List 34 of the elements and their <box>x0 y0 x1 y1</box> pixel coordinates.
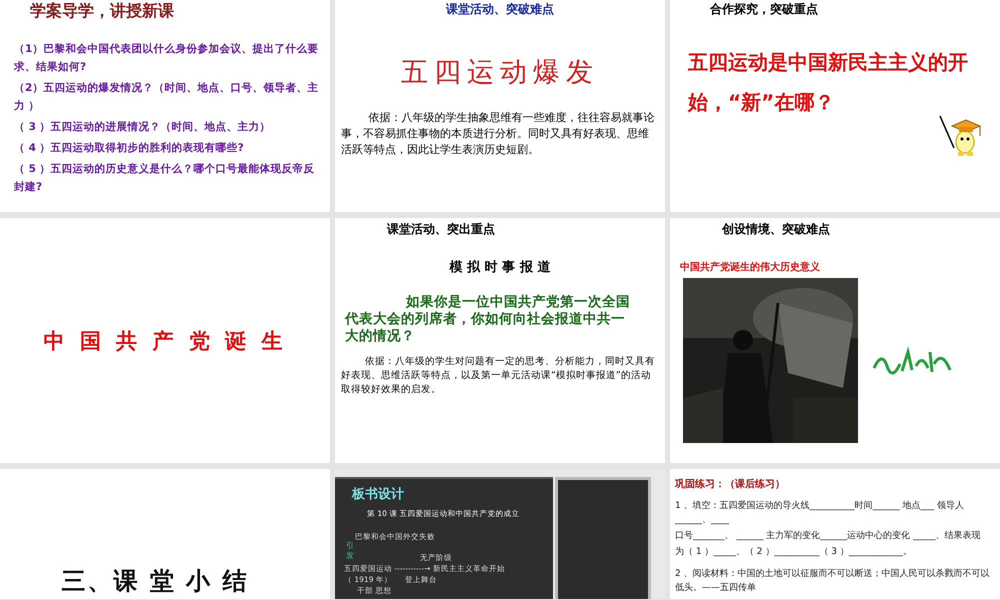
slide-thumbnail[interactable]: 课堂活动、突出重点 模 拟 时 事 报 道 如果你是一位中国共产党第一次全国代表大会的列席者，你如何向社会报道中共一大的情况？ 依据：八年级的学生对问题有一定的思考、分析能力，同时又具有好表现、思维活跃等特点，以及第一单元活动课“模拟时事报道”的活动取得较好效果的启发。 <box>335 218 665 463</box>
slide-thumbnail[interactable]: 创设情境、突破难点 中国共产党诞生的伟大历史意义 <box>670 218 1000 463</box>
question-text: （ 3 ）五四运动的进展情况？（时间、地点、主力） <box>14 120 272 135</box>
question-text: （1）巴黎和会中国代表团以什么身份参加会议、提出了什么要求、结果如何? <box>14 42 320 75</box>
slide-heading: 五四运动爆发 <box>400 56 600 90</box>
slide-title: 板书设计 <box>352 486 404 503</box>
body-text: 依据：八年级的学生抽象思维有一些难度，往往容易就事论事，不容易抓住事物的本质进行分析。同时又具有好表现、思维活跃等特点，因此让学生表演历史短剧。 <box>340 110 656 158</box>
slide-title: 学案导学，讲授新课 <box>29 1 175 22</box>
slide-caption: 中国共产党诞生的伟大历史意义 <box>679 260 821 274</box>
slide-title: 创设情境、突破难点 <box>720 221 831 238</box>
slide-heading: 中 国 共 产 党 诞 生 <box>44 328 286 354</box>
slide-title: 课堂活动、突出重点 <box>386 221 496 238</box>
slide-thumbnail[interactable] <box>670 469 1000 599</box>
question-text: 如果你是一位中国共产党第一次全国代表大会的列席者，你如何向社会报道中共一大的情况？ <box>344 293 631 345</box>
body-text: 依据：八年级的学生对问题有一定的思考、分析能力，同时又具有好表现、思维活跃等特点，以及第一单元活动课“模拟时事报道”的活动取得较好效果的启发。 <box>340 355 656 397</box>
slide-title: 巩固练习：（课后练习） <box>674 478 786 492</box>
exercise-text: 2 、阅读材料：中国的土地可以征服而不可以断送；中国人民可以杀戮而不可以低头。——五四传单 <box>674 568 991 595</box>
exercise-text: 1 、填空：五四爱国运动的导火线__________时间______ 地点___ 领导人______、____ <box>674 500 965 527</box>
slide-subtitle: 模 拟 时 事 报 道 <box>448 258 552 276</box>
slide-heading: 三、课 堂 小 结 <box>61 566 250 597</box>
slide-title: 合作探究，突破重点 <box>709 1 819 18</box>
question-text: （2）五四运动的爆发情况？（时间、地点、口号、领导者、主力 ） <box>14 80 320 114</box>
question-text: （ 4 ）五四运动取得初步的胜利的表现有哪些? <box>14 141 245 156</box>
slide-thumbnail[interactable]: 中 国 共 产 党 诞 生 <box>0 218 330 463</box>
question-text: 五四运动是中国新民主主义的开始，“新”在哪？ <box>686 49 969 116</box>
exercise-text: 为（ 1 ）_____、（ 2 ）__________（ 3 ）____________。 <box>674 546 913 559</box>
slide-thumbnail[interactable]: 学案导学，讲授新课 （1）巴黎和会中国代表团以什么身份参加会议、提出了什么要求、结果如何? （2）五四运动的爆发情况？（时间、地点、口号、领导者、主力 ） （ 3 ）五四运动的进展情况？（时间、地点、主力） （ 4 ）五四运动取得初步的胜利的表现有哪些? （ 5 ）五四运动的历史意义是什么？哪个口号最能体现反帝反封建? <box>0 0 330 212</box>
exercise-text: 口号_______、 ______ 主力军的变化______运动中心的变化 _____、结果表现 <box>674 530 982 543</box>
slide-thumbnail[interactable]: 课堂活动、突破难点 五四运动爆发 依据：八年级的学生抽象思维有一些难度，往往容易就事论事，不容易抓住事物的本质进行分析。同时又具有好表现、思维活跃等特点，因此让学生表演历史短剧。 <box>335 0 665 212</box>
question-text: （ 5 ）五四运动的历史意义是什么？哪个口号最能体现反帝反封建? <box>14 162 316 195</box>
slide-thumbnail[interactable]: 合作探究，突破重点 五四运动是中国新民主主义的开始，“新”在哪？ <box>670 0 1000 212</box>
slide-title: 课堂活动、突破难点 <box>444 1 555 18</box>
slide-thumbnail[interactable]: 三、课 堂 小 结 <box>0 469 330 599</box>
board-text: 引 发 <box>346 541 354 561</box>
